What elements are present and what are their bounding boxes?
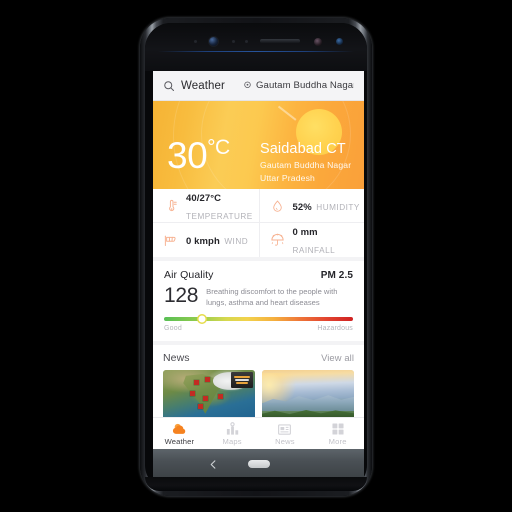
air-quality-body: 128 Breathing discomfort to the people w…	[164, 285, 353, 309]
aqi-gradient-bar	[164, 315, 353, 323]
hero-location-block: Saidabad CT Gautam Buddha Nagar Uttar Pr…	[260, 141, 356, 183]
district-name: Gautam Buddha Nagar	[260, 160, 352, 171]
air-quality-card[interactable]: Air Quality PM 2.5 128 Breathing discomf…	[153, 261, 364, 341]
tab-news[interactable]: News	[259, 421, 312, 446]
stat-humidity[interactable]: 52% HUMIDITY	[258, 189, 365, 222]
location-pin-icon	[243, 77, 252, 95]
home-pill-icon[interactable]	[247, 460, 270, 468]
tab-label: More	[328, 437, 347, 446]
iris-sensor-icon	[313, 38, 322, 46]
stats-row: 0 kmph WIND 0 mm RAINFALL	[153, 223, 364, 257]
cloud-sun-icon	[171, 421, 188, 436]
map-marker-icon	[197, 404, 203, 410]
location-selector[interactable]: Gautam Buddha Nagar	[243, 77, 354, 95]
air-quality-header: Air Quality PM 2.5	[164, 269, 353, 281]
map-marker-icon	[194, 379, 200, 385]
temperature-unit: °C	[207, 136, 230, 159]
aqi-description: Breathing discomfort to the people with …	[206, 287, 338, 307]
station-name: Saidabad CT	[260, 141, 346, 157]
stat-wind[interactable]: 0 kmph WIND	[153, 223, 259, 257]
bezel-accent-line	[158, 51, 354, 52]
weather-stats-grid: 40/27°C TEMPERATURE 52% HUMIDITY 0 kmph …	[153, 189, 364, 257]
sensor-dot-icon	[231, 40, 235, 43]
front-camera-icon	[209, 37, 219, 46]
news-view-all-link[interactable]: View all	[321, 352, 354, 363]
windsock-icon	[163, 231, 179, 249]
aqi-marker	[198, 315, 206, 323]
stat-label: HUMIDITY	[316, 202, 360, 212]
newspaper-icon	[277, 421, 292, 436]
aqi-scale-labels: Good Hazardous	[164, 325, 353, 332]
stat-value: 40/27°C	[186, 192, 222, 204]
stat-value: 52%	[292, 201, 312, 213]
phone-device-frame: Weather Gautam Buddha Nagar 30°C Saidaba…	[140, 18, 372, 496]
umbrella-rain-icon	[270, 231, 286, 249]
stat-value: 0 mm	[292, 227, 318, 238]
tab-weather[interactable]: Weather	[153, 421, 206, 446]
android-navigation-bar	[153, 449, 364, 479]
stats-row: 40/27°C TEMPERATURE 52% HUMIDITY	[153, 189, 364, 223]
phone-inner-frame: Weather Gautam Buddha Nagar 30°C Saidaba…	[145, 23, 367, 491]
location-label: Gautam Buddha Nagar	[255, 80, 354, 91]
screenshot-stage: Weather Gautam Buddha Nagar 30°C Saidaba…	[0, 0, 512, 512]
bottom-tab-bar: Weather Maps News More	[153, 417, 364, 449]
proximity-sensor-icon	[335, 38, 343, 45]
aqi-scale-low: Good	[164, 324, 182, 332]
stat-label: WIND	[224, 237, 249, 246]
phone-top-bezel	[145, 23, 367, 71]
grid-squares-icon	[331, 421, 345, 436]
stat-temperature[interactable]: 40/27°C TEMPERATURE	[153, 189, 259, 222]
map-marker-icon	[203, 396, 209, 402]
sensor-dot-icon	[193, 40, 197, 43]
tab-label: Weather	[164, 437, 195, 446]
search-bar[interactable]: Weather Gautam Buddha Nagar	[153, 71, 364, 101]
stat-value: 0 kmph	[186, 236, 220, 247]
current-temperature: 30°C	[167, 137, 230, 174]
water-droplet-icon	[270, 197, 286, 215]
aqi-value: 128	[164, 284, 199, 307]
pollutant-label: PM 2.5	[320, 270, 353, 281]
news-title: News	[163, 351, 190, 364]
map-marker-icon	[218, 394, 224, 400]
stat-rainfall[interactable]: 0 mm RAINFALL	[258, 223, 365, 257]
tab-more[interactable]: More	[311, 421, 364, 446]
map-marker-icon	[189, 390, 195, 396]
phone-bottom-bezel	[145, 477, 367, 491]
search-input[interactable]: Weather	[181, 80, 225, 92]
search-icon	[163, 80, 175, 92]
phone-screen: Weather Gautam Buddha Nagar 30°C Saidaba…	[153, 71, 364, 449]
hero-weather-card[interactable]: 30°C Saidabad CT Gautam Buddha Nagar Utt…	[153, 101, 364, 189]
thermometer-icon	[163, 197, 179, 215]
tab-maps[interactable]: Maps	[206, 421, 259, 446]
map-marker-icon	[205, 376, 211, 382]
news-section: News View all	[153, 344, 364, 426]
speaker-grille-icon	[260, 39, 301, 43]
news-header: News View all	[163, 352, 354, 364]
chevron-left-icon[interactable]	[208, 458, 219, 471]
sensor-dot-icon	[244, 40, 248, 43]
temperature-value: 30	[167, 135, 208, 176]
air-quality-title: Air Quality	[164, 269, 214, 281]
tab-label: News	[275, 437, 295, 446]
tab-label: Maps	[222, 437, 242, 446]
make-in-india-badge	[231, 371, 253, 388]
map-chart-icon	[225, 421, 240, 436]
aqi-scale-high: Hazardous	[317, 324, 353, 332]
state-name: Uttar Pradesh	[260, 172, 315, 183]
stat-label: RAINFALL	[292, 246, 336, 255]
stat-label: TEMPERATURE	[186, 211, 253, 221]
